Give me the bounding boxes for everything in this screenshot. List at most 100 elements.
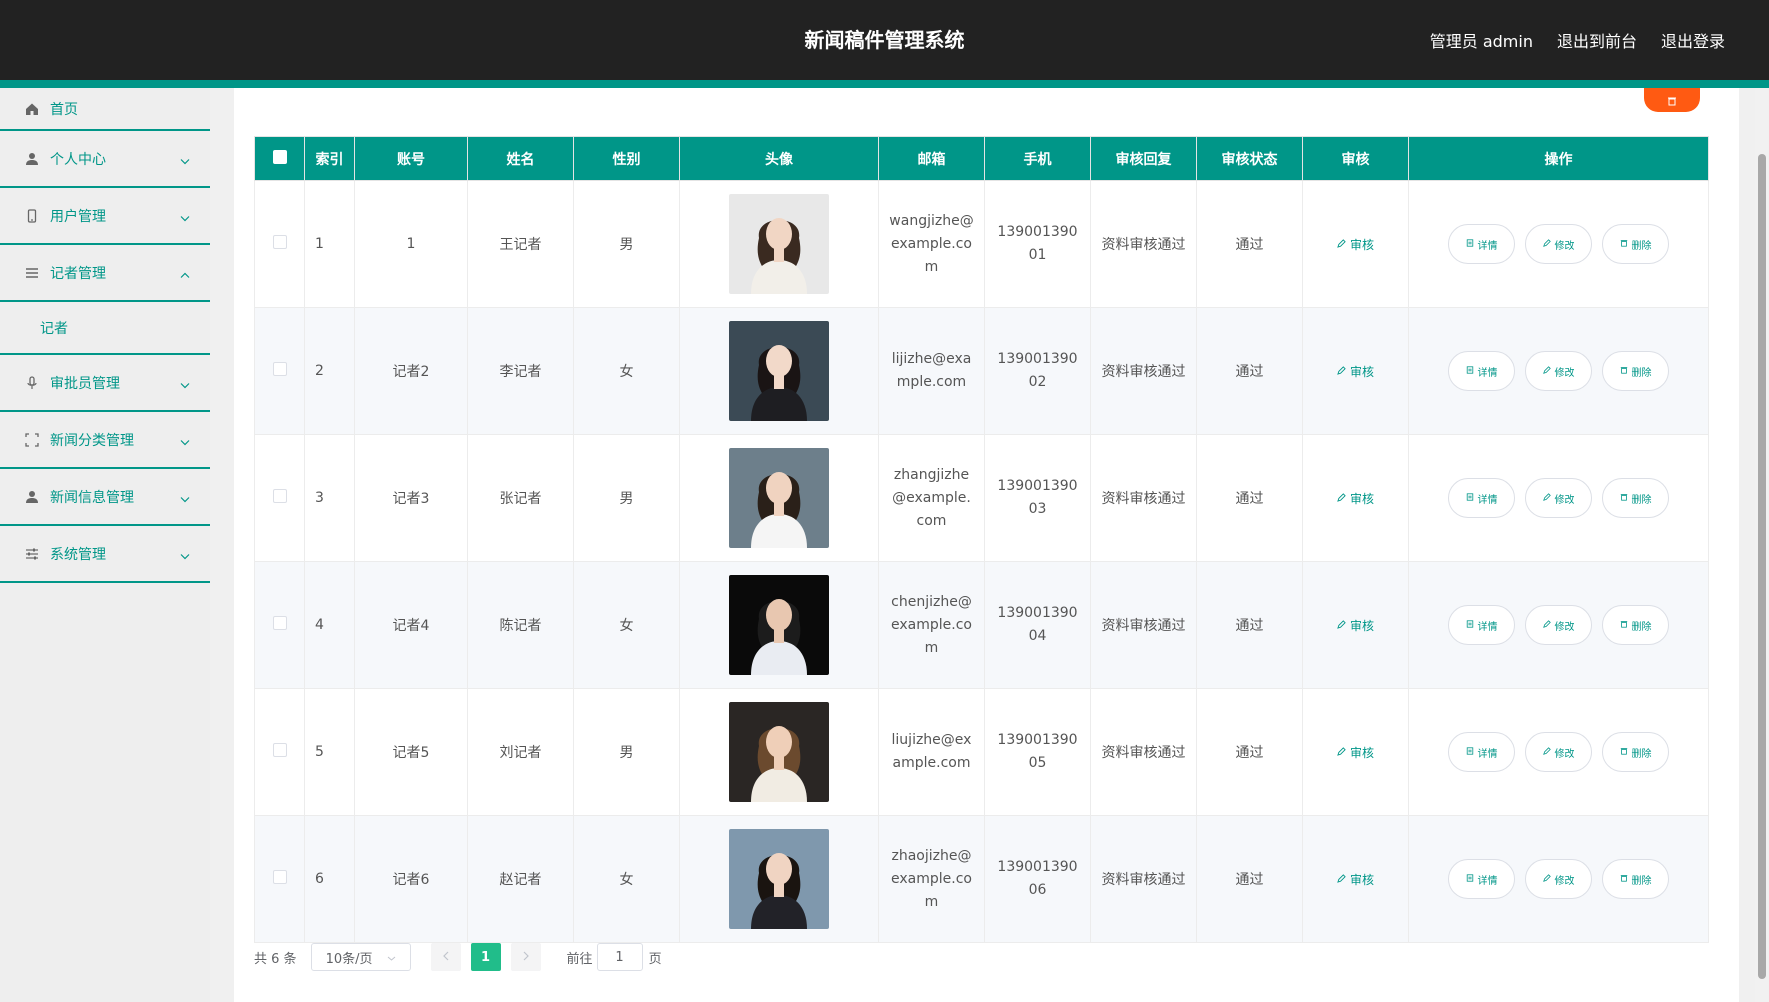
edit-pen-icon — [1337, 618, 1346, 632]
sidebar-item-reporters[interactable]: 记者管理 — [0, 245, 210, 302]
review-link[interactable]: 审核 — [1337, 236, 1374, 253]
cell-review: 审核 — [1302, 561, 1409, 689]
sliders-icon — [24, 546, 40, 562]
chevron-down-icon — [180, 206, 190, 225]
detail-label: 详情 — [1477, 240, 1498, 252]
edit-button[interactable]: 修改 — [1525, 478, 1592, 518]
cell-name: 李记者 — [467, 307, 574, 435]
row-checkbox[interactable] — [254, 434, 305, 562]
col-account: 账号 — [354, 136, 468, 181]
avatar[interactable] — [729, 194, 829, 294]
table-row: 1 1 王记者男 wangjizhe@example.com 13900139001 资料… — [254, 180, 1709, 308]
detail-button[interactable]: 详情 — [1448, 732, 1515, 772]
scrollbar-thumb[interactable] — [1758, 154, 1766, 979]
sidebar-item-label: 用户管理 — [50, 208, 106, 225]
review-link-label: 审核 — [1349, 745, 1374, 760]
avatar[interactable] — [729, 829, 829, 929]
delete-button[interactable]: 删除 — [1602, 859, 1669, 899]
avatar[interactable] — [729, 702, 829, 802]
detail-button[interactable]: 详情 — [1448, 224, 1515, 264]
sidebar-item-label: 首页 — [50, 101, 78, 118]
avatar[interactable] — [729, 448, 829, 548]
trash-icon — [1667, 91, 1677, 110]
delete-button[interactable]: 删除 — [1602, 224, 1669, 264]
col-review-reply: 审核回复 — [1090, 136, 1197, 181]
sidebar-item-home[interactable]: 首页 — [0, 88, 210, 131]
top-bar: 新闻稿件管理系统 管理员 admin 退出到前台 退出登录 — [0, 0, 1769, 80]
review-link[interactable]: 审核 — [1337, 744, 1374, 761]
pagination-total: 共 6 条 — [254, 951, 297, 967]
phone-icon — [24, 208, 40, 224]
cell-email: liujizhe@example.com — [878, 688, 985, 816]
sidebar-item-label: 系统管理 — [50, 546, 106, 563]
sidebar-item-system[interactable]: 系统管理 — [0, 526, 210, 583]
prev-page-button[interactable] — [430, 943, 461, 971]
avatar[interactable] — [729, 575, 829, 675]
review-link-label: 审核 — [1349, 237, 1374, 252]
next-page-button[interactable] — [510, 943, 541, 971]
delete-label: 删除 — [1631, 367, 1652, 379]
edit-button[interactable]: 修改 — [1525, 351, 1592, 391]
home-icon — [24, 101, 40, 117]
cell-phone: 13900139002 — [984, 307, 1091, 435]
edit-label: 修改 — [1554, 621, 1575, 633]
chevron-down-icon — [180, 373, 190, 392]
delete-button[interactable]: 删除 — [1602, 605, 1669, 645]
review-link[interactable]: 审核 — [1337, 363, 1374, 380]
col-actions: 操作 — [1408, 136, 1709, 181]
logout-link[interactable]: 退出登录 — [1661, 28, 1725, 52]
page-number-button[interactable]: 1 — [470, 943, 501, 971]
sidebar-item-users[interactable]: 用户管理 — [0, 188, 210, 245]
col-email: 邮箱 — [878, 136, 985, 181]
sidebar-item-news-category[interactable]: 新闻分类管理 — [0, 412, 210, 469]
sidebar-item-news-info[interactable]: 新闻信息管理 — [0, 469, 210, 526]
row-checkbox[interactable] — [254, 688, 305, 816]
page-size-select[interactable]: 10条/页 — [310, 943, 411, 971]
row-checkbox[interactable] — [254, 307, 305, 435]
edit-pen-icon — [1337, 237, 1346, 251]
cell-actions: 详情 修改 删除 — [1408, 688, 1709, 816]
cell-review-status: 通过 — [1196, 561, 1303, 689]
edit-button[interactable]: 修改 — [1525, 732, 1592, 772]
trash-icon — [1620, 620, 1628, 631]
detail-button[interactable]: 详情 — [1448, 351, 1515, 391]
detail-button[interactable]: 详情 — [1448, 605, 1515, 645]
detail-button[interactable]: 详情 — [1448, 478, 1515, 518]
document-icon — [1466, 365, 1474, 377]
sidebar-item-approvers[interactable]: 审批员管理 — [0, 355, 210, 412]
cell-avatar — [679, 434, 879, 562]
review-link[interactable]: 审核 — [1337, 490, 1374, 507]
review-link[interactable]: 审核 — [1337, 871, 1374, 888]
edit-button[interactable]: 修改 — [1525, 859, 1592, 899]
select-all-checkbox[interactable] — [254, 136, 305, 181]
delete-button[interactable]: 删除 — [1602, 732, 1669, 772]
edit-label: 修改 — [1554, 240, 1575, 252]
sidebar-subitem-reporter[interactable]: 记者 — [0, 302, 210, 355]
edit-button[interactable]: 修改 — [1525, 605, 1592, 645]
edit-button[interactable]: 修改 — [1525, 224, 1592, 264]
exit-front-link[interactable]: 退出到前台 — [1557, 28, 1637, 52]
row-checkbox[interactable] — [254, 815, 305, 943]
batch-delete-button[interactable] — [1644, 88, 1700, 112]
detail-button[interactable]: 详情 — [1448, 859, 1515, 899]
cell-gender: 男 — [573, 688, 680, 816]
pagination: 共 6 条 10条/页 1 前往 1 页 — [254, 943, 662, 971]
cell-review-reply: 资料审核通过 — [1090, 815, 1197, 943]
review-link[interactable]: 审核 — [1337, 617, 1374, 634]
cell-review-reply: 资料审核通过 — [1090, 688, 1197, 816]
row-checkbox[interactable] — [254, 561, 305, 689]
edit-pen-icon — [1542, 619, 1551, 631]
sidebar: 首页 个人中心 用户管理 记者管理 记者 审批员管理 新闻分类管理 新闻信息管理… — [0, 88, 210, 1002]
row-checkbox[interactable] — [254, 180, 305, 308]
delete-button[interactable]: 删除 — [1602, 351, 1669, 391]
avatar[interactable] — [729, 321, 829, 421]
delete-label: 删除 — [1631, 621, 1652, 633]
delete-button[interactable]: 删除 — [1602, 478, 1669, 518]
detail-label: 详情 — [1477, 621, 1498, 633]
microphone-icon — [24, 375, 40, 391]
menu-lines-icon — [24, 265, 40, 281]
edit-pen-icon — [1542, 492, 1551, 504]
goto-page-input[interactable]: 1 — [596, 943, 643, 971]
edit-pen-icon — [1542, 365, 1551, 377]
sidebar-item-personal[interactable]: 个人中心 — [0, 131, 210, 188]
